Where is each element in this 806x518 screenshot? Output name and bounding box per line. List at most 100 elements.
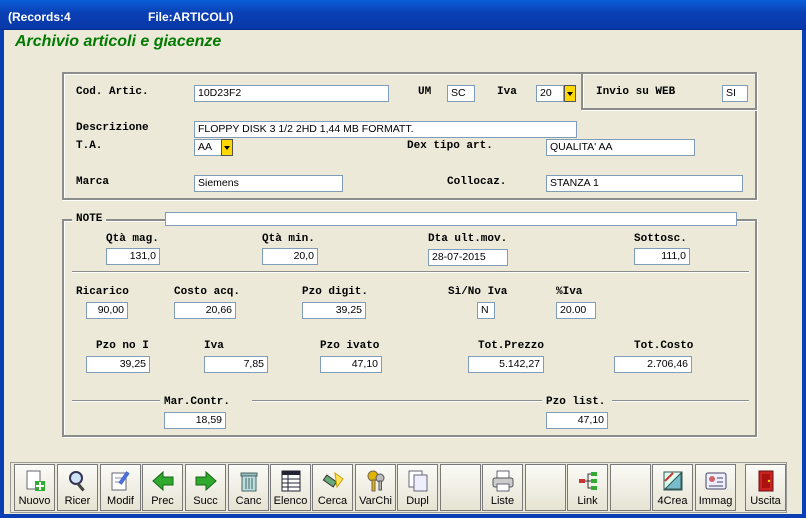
pzo-noi-label: Pzo no I: [96, 340, 149, 352]
ta-label: T.A.: [76, 140, 103, 152]
marca-label: Marca: [76, 176, 110, 188]
prec-button[interactable]: Prec: [142, 464, 183, 511]
pzo-ivato-label: Pzo ivato: [320, 340, 380, 352]
varchi-label: VarChi: [359, 495, 392, 507]
piva-field[interactable]: 20.00: [556, 302, 596, 319]
sottosc-field[interactable]: 111,0: [634, 248, 690, 265]
qta-min-field[interactable]: 20,0: [262, 248, 318, 265]
canc-button[interactable]: Canc: [228, 464, 269, 511]
qta-mag-label: Qtà mag.: [106, 233, 159, 245]
magnifier-icon: [69, 471, 85, 492]
image-card-icon: [705, 472, 727, 490]
colloc-label: Collocaz.: [447, 176, 507, 188]
duplicate-icon: [408, 470, 428, 492]
marca-field[interactable]: Siemens: [194, 175, 343, 192]
dta-field[interactable]: 28-07-2015: [428, 249, 508, 266]
records-count: (Records:4: [8, 10, 71, 24]
ta-field[interactable]: AA: [194, 139, 222, 156]
iva2-label: Iva: [204, 340, 224, 352]
list-label: Pzo list.: [546, 396, 606, 408]
costo-field[interactable]: 20,66: [174, 302, 236, 319]
cod-label: Cod. Artic.: [76, 86, 149, 98]
iva2-field[interactable]: 7,85: [204, 356, 268, 373]
nuovo-label: Nuovo: [18, 495, 51, 507]
4crea-label: 4Crea: [657, 495, 688, 507]
form-heading: Archivio articoli e giacenze: [15, 33, 222, 50]
mar-field[interactable]: 18,59: [164, 412, 226, 429]
window-border-bottom: [0, 514, 806, 518]
immag-label: Immag: [698, 495, 733, 507]
uscita-button[interactable]: Uscita: [745, 464, 786, 511]
nuovo-button[interactable]: Nuovo: [14, 464, 55, 511]
qta-min-label: Qtà min.: [262, 233, 315, 245]
succ-button[interactable]: Succ: [185, 464, 226, 511]
ta-dropdown-icon[interactable]: [221, 139, 233, 156]
sino-field[interactable]: N: [477, 302, 495, 319]
varchi-button[interactable]: VarChi: [355, 464, 396, 511]
dupl-label: Dupl: [406, 495, 429, 507]
qta-mag-field[interactable]: 131,0: [106, 248, 160, 265]
iva-field[interactable]: 20: [536, 85, 564, 102]
link-tree-icon: [579, 472, 597, 490]
pzo-ivato-field[interactable]: 47,10: [320, 356, 382, 373]
pzo-digit-label: Pzo digit.: [302, 286, 369, 298]
edit-document-icon: [111, 471, 130, 491]
iva-dropdown-icon[interactable]: [564, 85, 576, 102]
um-label: UM: [418, 86, 432, 98]
succ-label: Succ: [193, 495, 218, 507]
empty-button[interactable]: [440, 464, 481, 511]
tot-costo-field[interactable]: 2.706,46: [614, 356, 692, 373]
divider: [72, 271, 749, 273]
ricarico-label: Ricarico: [76, 286, 129, 298]
liste-label: Liste: [490, 495, 515, 507]
um-field[interactable]: SC: [447, 85, 475, 102]
canc-label: Canc: [235, 495, 262, 507]
web-field[interactable]: SI: [722, 85, 748, 102]
divider: [252, 400, 542, 402]
title-bar: (Records:4 File:ARTICOLI): [0, 0, 806, 30]
colloc-field[interactable]: STANZA 1: [546, 175, 743, 192]
tot-prezzo-label: Tot.Prezzo: [478, 340, 545, 352]
divider: [612, 400, 749, 402]
elenco-button[interactable]: Elenco: [270, 464, 311, 511]
create-tools-icon: [663, 471, 683, 491]
descr-field[interactable]: FLOPPY DISK 3 1/2 2HD 1,44 MB FORMATT.: [194, 121, 577, 138]
list-field[interactable]: 47,10: [546, 412, 608, 429]
pzo-noi-field[interactable]: 39,25: [86, 356, 150, 373]
dta-label: Dta ult.mov.: [428, 233, 508, 245]
empty-button[interactable]: [610, 464, 651, 511]
printer-icon: [492, 470, 514, 492]
dupl-button[interactable]: Dupl: [397, 464, 438, 511]
note-label: NOTE: [72, 213, 107, 225]
note-field[interactable]: [165, 212, 737, 226]
window-border-left: [0, 30, 4, 518]
iva-label: Iva: [497, 86, 517, 98]
modif-button[interactable]: Modif: [100, 464, 141, 511]
exit-door-icon: [758, 470, 774, 492]
cod-field[interactable]: 10D23F2: [194, 85, 389, 102]
ricer-button[interactable]: Ricer: [57, 464, 98, 511]
cerca-label: Cerca: [317, 495, 348, 507]
dex-field[interactable]: QUALITA' AA: [546, 139, 695, 156]
link-button[interactable]: Link: [567, 464, 608, 511]
costo-label: Costo acq.: [174, 286, 241, 298]
empty-button[interactable]: [525, 464, 566, 511]
sottosc-label: Sottosc.: [634, 233, 687, 245]
new-document-icon: [26, 470, 45, 491]
descr-label: Descrizione: [76, 122, 149, 134]
arrow-right-icon: [195, 470, 217, 492]
link-label: Link: [577, 495, 598, 507]
immag-button[interactable]: Immag: [695, 464, 736, 511]
keys-icon: [367, 470, 385, 492]
ricarico-field[interactable]: 90,00: [86, 302, 128, 319]
uscita-label: Uscita: [750, 495, 781, 507]
pzo-digit-field[interactable]: 39,25: [302, 302, 366, 319]
divider: [72, 400, 160, 402]
file-name: File:ARTICOLI): [148, 10, 234, 24]
trash-icon: [240, 472, 258, 492]
4crea-button[interactable]: 4Crea: [652, 464, 693, 511]
tot-prezzo-field[interactable]: 5.142,27: [468, 356, 544, 373]
liste-button[interactable]: Liste: [482, 464, 523, 511]
cerca-button[interactable]: Cerca: [312, 464, 353, 511]
sino-label: Sì/No Iva: [448, 286, 508, 298]
